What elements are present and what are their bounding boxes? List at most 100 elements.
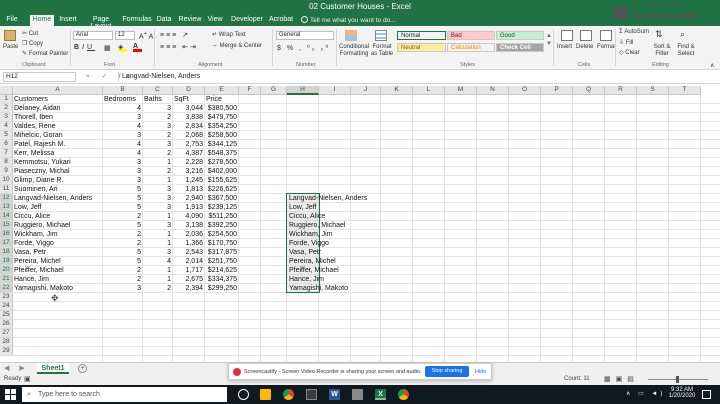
cell-price[interactable]: $344,125 [206,140,239,149]
row-header[interactable]: 10 [0,176,13,185]
cell-baths[interactable]: 3 [144,185,173,194]
cell-price[interactable]: $392,250 [206,221,239,230]
header-price[interactable]: Price [206,95,239,104]
cell-price[interactable]: $380,500 [206,104,239,113]
cell-bedrooms[interactable]: 3 [104,113,143,122]
header-baths[interactable]: Baths [144,95,173,104]
cell-sqft[interactable]: 1,245 [174,176,205,185]
cell-bedrooms[interactable]: 3 [104,158,143,167]
chrome-icon[interactable] [398,389,409,400]
column-header[interactable]: D [173,86,205,95]
merge-center-button[interactable]: ⇔ Merge & Center [212,43,262,49]
column-header[interactable]: A [13,86,103,95]
cell-price[interactable]: $251,750 [206,257,239,266]
cell-price[interactable]: $548,375 [206,149,239,158]
cell-column-h[interactable]: Ruggiero, Michael [289,221,345,230]
cell-customer[interactable]: Ruggiero, Michael [14,221,103,230]
cell-price[interactable]: $214,625 [206,266,239,275]
column-header[interactable]: G [261,86,287,95]
notifications-icon[interactable] [702,390,711,399]
cell-column-h[interactable]: Low, Jeff [289,203,317,212]
collapse-ribbon-icon[interactable]: ∧ [710,62,714,69]
cell-sqft[interactable]: 2,834 [174,122,205,131]
cell-baths[interactable]: 2 [144,149,173,158]
row-header[interactable]: 4 [0,122,13,131]
tab-insert[interactable]: Insert [57,15,79,26]
fill-button[interactable]: ⇩ Fill [619,39,633,46]
style-good[interactable]: Good [496,31,544,40]
cell-customer[interactable]: Pfeiffer, Michael [14,266,103,275]
cell-column-h[interactable]: Vasa, Petr [289,248,321,257]
magnifier-icon[interactable]: ⌕ [680,29,685,40]
cell-customer[interactable]: Glimp, Diane R. [14,176,103,185]
cell-baths[interactable]: 3 [144,122,173,131]
cell-bedrooms[interactable]: 5 [104,194,143,203]
cell-sqft[interactable]: 2,753 [174,140,205,149]
row-header[interactable]: 17 [0,239,13,248]
header-bedrooms[interactable]: Bedrooms [104,95,143,104]
cell-customer[interactable]: Forde, Viggo [14,239,103,248]
tab-review[interactable]: Review [178,15,202,26]
zoom-slider-thumb[interactable] [676,376,679,383]
cell-bedrooms[interactable]: 3 [104,131,143,140]
tab-developer[interactable]: Developer [230,15,264,26]
name-box[interactable]: H12 [3,72,76,82]
borders-icon[interactable]: ▦ [104,44,111,52]
header-customers[interactable]: Customers [14,95,103,104]
style-calculation[interactable]: Calculation [447,43,495,52]
column-header[interactable]: H [287,86,319,95]
cell-price[interactable]: $155,625 [206,176,239,185]
cell-baths[interactable]: 3 [144,203,173,212]
formula-input[interactable]: Langvad-Nielsen, Anders [118,72,716,82]
cell-price[interactable]: $278,500 [206,158,239,167]
cell-customer[interactable]: Mihelcic, Goran [14,131,103,140]
row-header[interactable]: 23 [0,293,13,302]
row-header[interactable]: 16 [0,230,13,239]
add-sheet-icon[interactable]: + [78,364,87,373]
cell-column-h[interactable]: Pereira, Michel [289,257,336,266]
cell-customer[interactable]: Vasa, Petr [14,248,103,257]
taskbar-app-icon[interactable] [306,389,317,400]
row-header[interactable]: 3 [0,113,13,122]
row-header[interactable]: 22 [0,284,13,293]
cell-sqft[interactable]: 3,216 [174,167,205,176]
column-header[interactable]: T [669,86,701,95]
cell-customer[interactable]: Piaseczny, Michal [14,167,103,176]
cell-column-h[interactable]: Hance, Jim [289,275,324,284]
row-header[interactable]: 5 [0,131,13,140]
cell-bedrooms[interactable]: 4 [104,140,143,149]
horizontal-align-icons[interactable]: ≡≡≡ ⇤⇥ [160,43,198,51]
cell-column-h[interactable]: Langvad-Nielsen, Anders [289,194,367,203]
column-header[interactable]: O [509,86,541,95]
conditional-formatting-button[interactable]: Conditional Formatting [338,44,370,58]
cell-price[interactable]: $299,250 [206,284,239,293]
row-header[interactable]: 12 [0,194,13,203]
tell-me-box[interactable]: Tell me what you want to do... [301,16,396,24]
tab-data[interactable]: Data [155,15,173,26]
cell-sqft[interactable]: 2,228 [174,158,205,167]
delete-cells-icon[interactable] [580,30,592,41]
taskbar-app-icon[interactable] [352,389,363,400]
cell-price[interactable]: $479,750 [206,113,239,122]
row-header[interactable]: 18 [0,248,13,257]
cell-bedrooms[interactable]: 5 [104,257,143,266]
cell-price[interactable]: $354,250 [206,122,239,131]
cell-sqft[interactable]: 1,813 [174,185,205,194]
cell-customer[interactable]: Valdes, Rene [14,122,103,131]
tab-home[interactable]: Home [30,15,54,26]
cell-baths[interactable]: 2 [144,113,173,122]
cell-bedrooms[interactable]: 4 [104,149,143,158]
cell-sqft[interactable]: 2,394 [174,284,205,293]
find-select-button[interactable]: Find & Select [674,44,698,58]
cell-bedrooms[interactable]: 2 [104,266,143,275]
cell-price[interactable]: $367,500 [206,194,239,203]
font-size-grow-shrink[interactable]: A+ A- [139,31,155,40]
tab-acrobat[interactable]: Acrobat [268,15,294,26]
windows-start-icon[interactable] [5,389,16,400]
format-cells-button[interactable]: Format [597,44,616,50]
view-mode-icons[interactable]: ▦▣▤ [604,375,639,383]
style-check-cell[interactable]: Check Cell [496,43,544,52]
column-header[interactable]: F [239,86,261,95]
stop-sharing-button[interactable]: Stop sharing [425,366,469,377]
sort-filter-button[interactable]: Sort & Filter [651,44,673,58]
